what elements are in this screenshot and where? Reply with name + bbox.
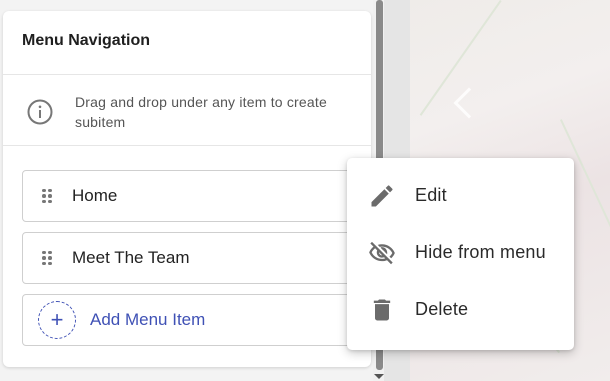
hint-text: Drag and drop under any item to create s…	[75, 94, 327, 130]
add-menu-item-button[interactable]: + Add Menu Item	[22, 294, 372, 346]
menu-option-delete[interactable]: Delete	[347, 281, 574, 338]
add-menu-item-label: Add Menu Item	[90, 310, 206, 329]
info-icon	[27, 99, 53, 125]
hide-from-menu-label: Hide from menu	[415, 242, 546, 262]
menu-item-home[interactable]: Home	[22, 170, 372, 222]
delete-label: Delete	[415, 299, 469, 319]
trash-icon	[373, 299, 391, 320]
scroll-down-icon[interactable]	[374, 374, 384, 379]
menu-option-edit[interactable]: Edit	[347, 167, 574, 224]
hint-box: Drag and drop under any item to create s…	[3, 75, 371, 146]
menu-navigation-panel: Menu Navigation Drag and drop under any …	[3, 11, 372, 367]
edit-label: Edit	[415, 185, 447, 205]
panel-title: Menu Navigation	[3, 11, 371, 75]
eye-off-icon	[369, 241, 395, 264]
menu-item-label: Home	[72, 186, 118, 205]
menu-list: Home Meet The Team + Add Menu Item	[3, 146, 372, 346]
item-context-menu: Edit Hide from menu Delete	[347, 158, 574, 350]
menu-item-label: Meet The Team	[72, 248, 190, 267]
drag-handle-icon[interactable]	[42, 250, 52, 266]
plus-icon: +	[38, 301, 76, 339]
menu-item-meet-the-team[interactable]: Meet The Team	[22, 232, 372, 284]
drag-handle-icon[interactable]	[42, 188, 52, 204]
pencil-icon	[371, 184, 393, 206]
menu-option-hide[interactable]: Hide from menu	[347, 224, 574, 281]
